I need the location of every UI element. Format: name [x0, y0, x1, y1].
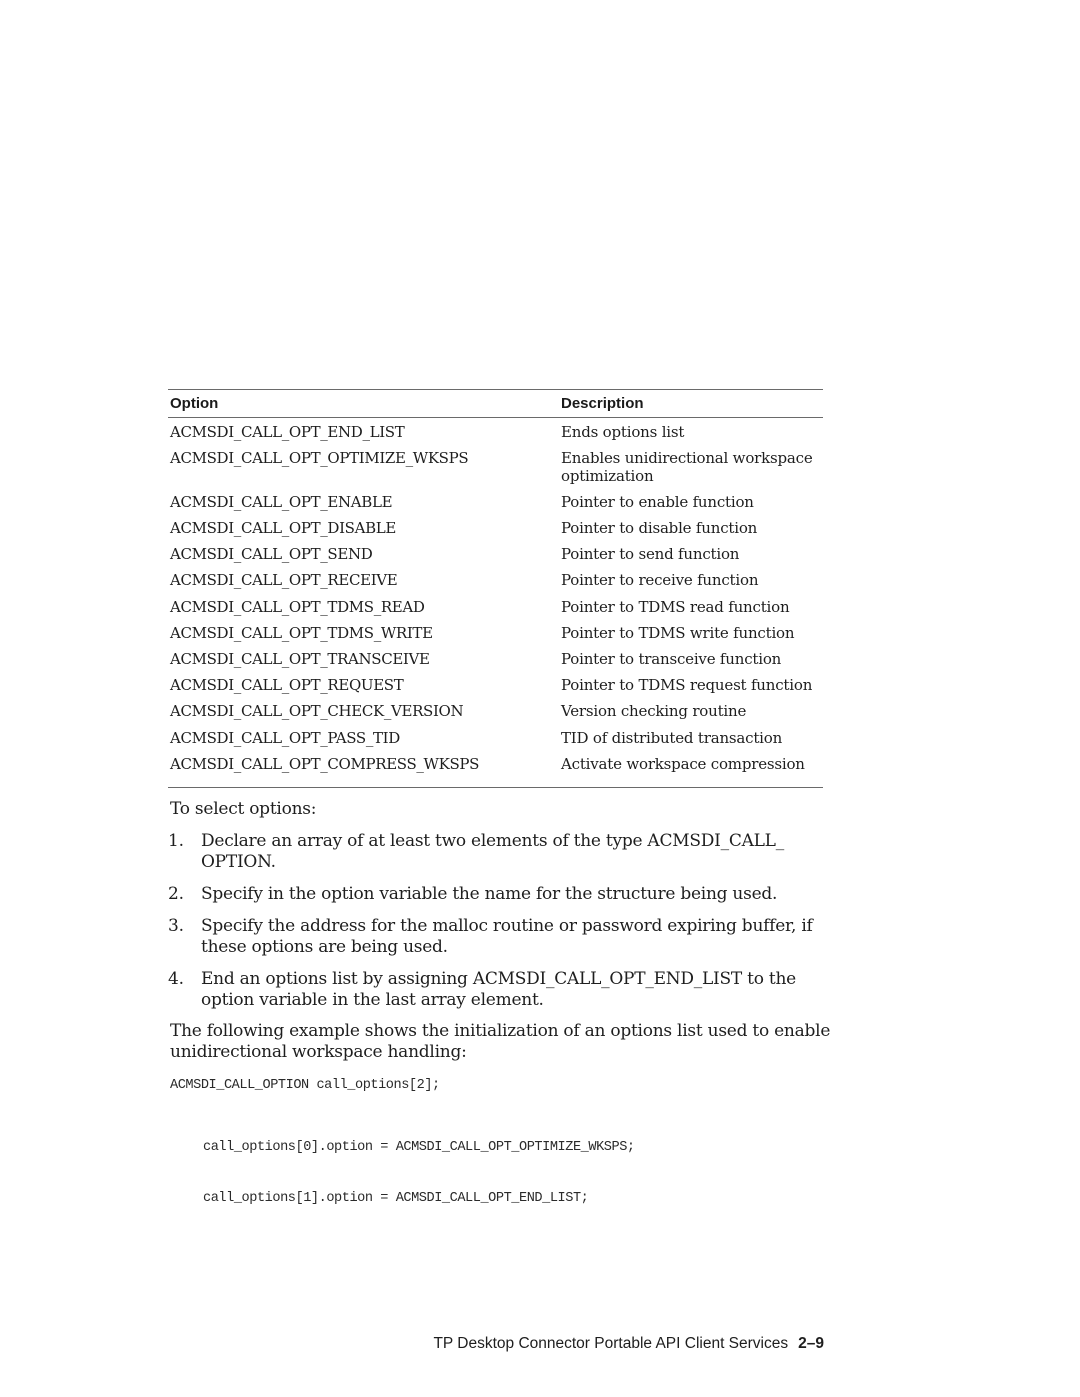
code-line: call_options[1].option = ACMSDI_CALL_OPT…	[203, 1191, 589, 1206]
table-row: ACMSDI_CALL_OPT_TDMS_WRITE Pointer to TDM…	[168, 623, 823, 643]
step-item: 4. End an options list by assigning ACMSD…	[168, 969, 828, 1011]
description-cell: Pointer to TDMS read function	[561, 597, 790, 616]
option-cell: ACMSDI_CALL_OPT_TDMS_READ	[170, 597, 425, 616]
description-cell: Version checking routine	[561, 702, 747, 721]
table-row: ACMSDI_CALL_OPT_END_LIST Ends options lis…	[168, 423, 823, 442]
header-option: Option	[170, 395, 219, 412]
option-cell: ACMSDI_CALL_OPT_ENABLE	[170, 492, 393, 511]
step-text: Declare an array of at least two element…	[201, 831, 784, 872]
step-number: 2.	[168, 884, 184, 904]
table-row: ACMSDI_CALL_OPT_OPTIMIZE_WKSPS Enables un…	[168, 449, 823, 485]
description-cell: Pointer to enable function	[561, 492, 754, 511]
code-line: call_options[0].option = ACMSDI_CALL_OPT…	[203, 1140, 635, 1155]
step-item: 2. Specify in the option variable the nam…	[168, 884, 828, 905]
description-cell: Pointer to receive function	[561, 571, 759, 590]
table-body: ACMSDI_CALL_OPT_END_LIST Ends options lis…	[168, 418, 823, 787]
options-table: Option Description ACMSDI_CALL_OPT_END_L…	[168, 389, 823, 788]
option-cell: ACMSDI_CALL_OPT_REQUEST	[170, 676, 404, 695]
description-cell: Pointer to TDMS write function	[561, 623, 795, 642]
document-page: Option Description ACMSDI_CALL_OPT_END_L…	[0, 0, 1080, 1397]
header-description: Description	[561, 395, 644, 412]
option-cell: ACMSDI_CALL_OPT_OPTIMIZE_WKSPS	[170, 449, 469, 468]
description-cell: Ends options list	[561, 423, 685, 441]
option-cell: ACMSDI_CALL_OPT_CHECK_VERSION	[170, 702, 464, 721]
step-text: Specify the address for the malloc routi…	[201, 916, 813, 957]
code-block: call_options[0].option = ACMSDI_CALL_OPT…	[203, 1105, 635, 1241]
step-number: 1.	[168, 831, 184, 851]
steps-list: 1. Declare an array of at least two eleme…	[168, 831, 828, 1022]
step-number: 3.	[168, 916, 184, 936]
footer-title: TP Desktop Connector Portable API Client…	[433, 1335, 789, 1352]
option-cell: ACMSDI_CALL_OPT_PASS_TID	[170, 728, 400, 747]
page-footer: TP Desktop Connector Portable API Client…	[433, 1335, 824, 1353]
table-row: ACMSDI_CALL_OPT_CHECK_VERSION Version che…	[168, 703, 823, 721]
step-text: End an options list by assigning ACMSDI_…	[201, 969, 796, 1010]
step-text: Specify in the option variable the name …	[201, 884, 778, 904]
description-cell: Activate workspace compression	[561, 754, 805, 773]
table-row: ACMSDI_CALL_OPT_DISABLE Pointer to disabl…	[168, 520, 823, 538]
description-cell: Pointer to TDMS request function	[561, 676, 813, 695]
option-cell: ACMSDI_CALL_OPT_TRANSCEIVE	[170, 650, 430, 668]
option-cell: ACMSDI_CALL_OPT_SEND	[170, 545, 373, 564]
table-row: ACMSDI_CALL_OPT_ENABLE Pointer to enable …	[168, 492, 823, 512]
table-row: ACMSDI_CALL_OPT_PASS_TID TID of distribut…	[168, 728, 823, 748]
step-item: 1. Declare an array of at least two eleme…	[168, 831, 828, 873]
table-row: ACMSDI_CALL_OPT_RECEIVE Pointer to receiv…	[168, 572, 823, 590]
description-cell: TID of distributed transaction	[561, 728, 783, 747]
option-cell: ACMSDI_CALL_OPT_COMPRESS_WKSPS	[170, 754, 480, 773]
description-cell: Enables unidirectional workspace optimiz…	[561, 449, 813, 485]
description-cell: Pointer to disable function	[561, 519, 758, 538]
table-row: ACMSDI_CALL_OPT_TRANSCEIVE Pointer to tra…	[168, 650, 823, 669]
step-number: 4.	[168, 969, 184, 989]
table-header-row: Option Description	[168, 390, 823, 417]
step-item: 3. Specify the address for the malloc rou…	[168, 916, 828, 958]
description-cell: Pointer to send function	[561, 545, 740, 564]
option-cell: ACMSDI_CALL_OPT_END_LIST	[170, 423, 405, 441]
example-intro-text: The following example shows the initiali…	[170, 1021, 831, 1062]
table-bottom-rule	[168, 786, 823, 788]
table-row: ACMSDI_CALL_OPT_REQUEST Pointer to TDMS r…	[168, 677, 823, 695]
table-row: ACMSDI_CALL_OPT_SEND Pointer to send func…	[168, 546, 823, 564]
table-row: ACMSDI_CALL_OPT_COMPRESS_WKSPS Activate w…	[168, 754, 823, 774]
option-cell: ACMSDI_CALL_OPT_DISABLE	[170, 519, 396, 538]
page-number: 2–9	[798, 1335, 824, 1352]
option-cell: ACMSDI_CALL_OPT_RECEIVE	[170, 571, 398, 590]
description-cell: Pointer to transceive function	[561, 650, 782, 668]
option-cell: ACMSDI_CALL_OPT_TDMS_WRITE	[170, 623, 433, 642]
intro-text: To select options:	[170, 799, 317, 819]
code-declaration: ACMSDI_CALL_OPTION call_options[2];	[170, 1078, 440, 1093]
table-row: ACMSDI_CALL_OPT_TDMS_READ Pointer to TDMS…	[168, 597, 823, 617]
